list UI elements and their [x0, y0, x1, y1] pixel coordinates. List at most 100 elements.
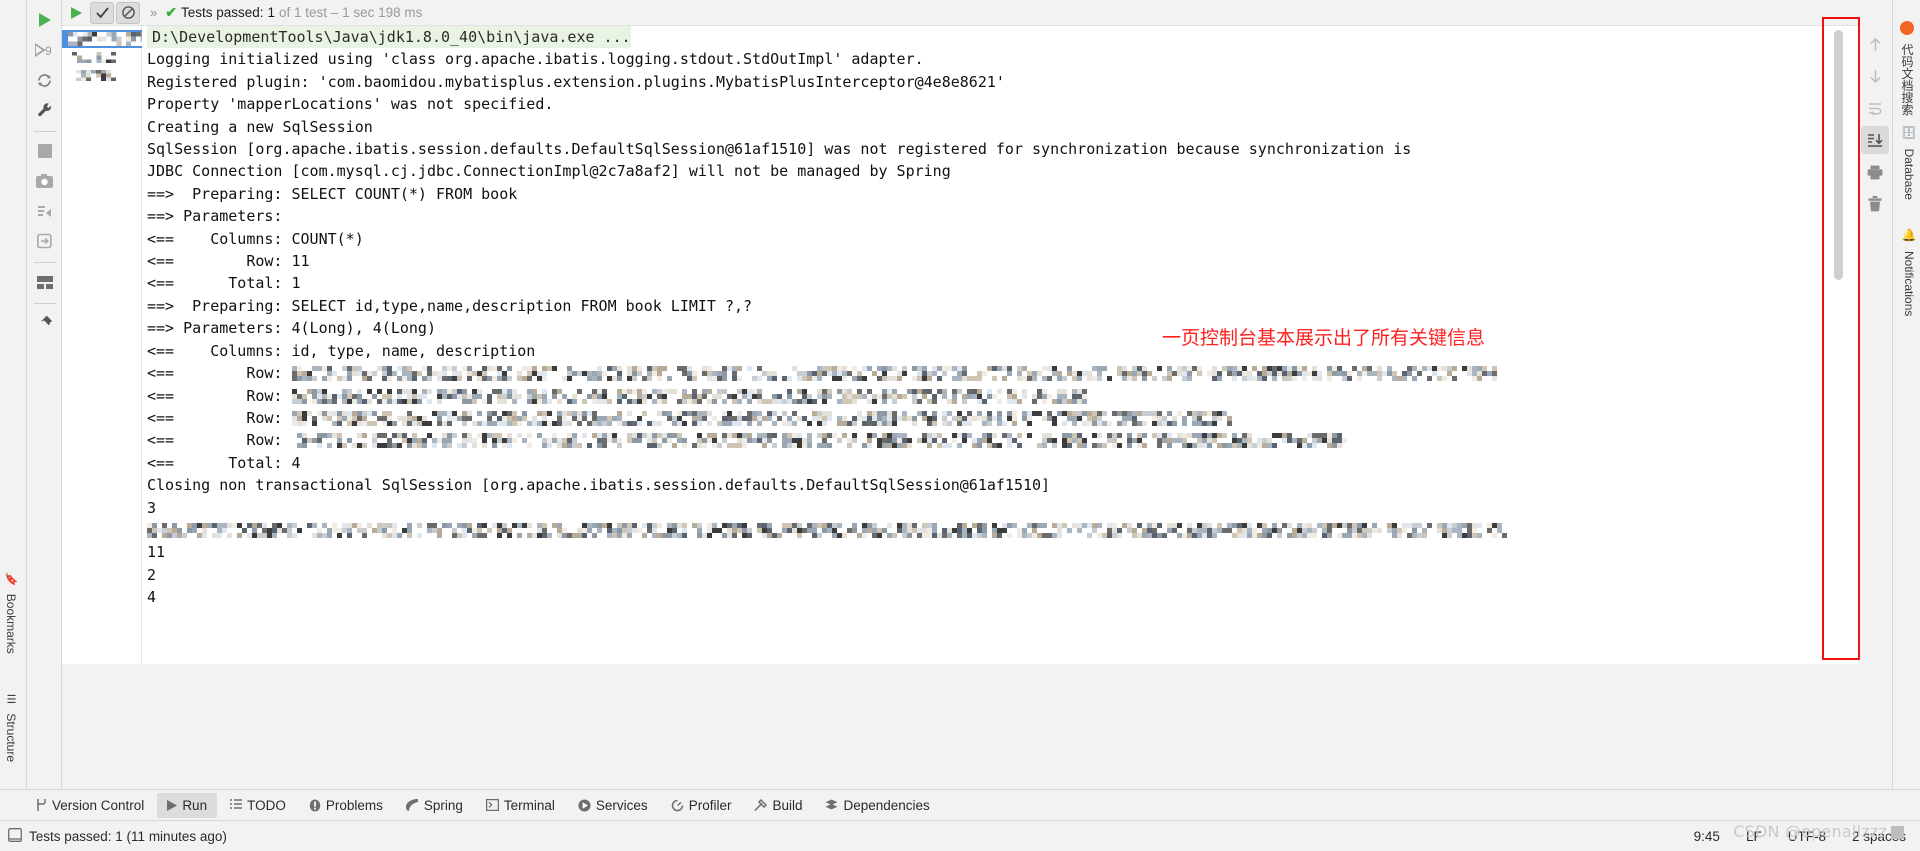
clear-all-button[interactable]	[1861, 190, 1889, 218]
tool-notifications[interactable]: 🔔 Notifications	[1899, 225, 1919, 319]
status-indent[interactable]: 2 spaces	[1852, 829, 1906, 844]
status-count: 1	[267, 5, 276, 20]
tool-spring[interactable]: Spring	[396, 793, 473, 818]
scroll-to-end-button[interactable]	[1861, 126, 1889, 154]
console-line: SqlSession [org.apache.ibatis.session.de…	[147, 140, 1412, 159]
tool-problems[interactable]: Problems	[299, 793, 393, 818]
tool-window-bar: Version Control Run TODO Problems Spring	[0, 789, 1920, 820]
tool-run[interactable]: Run	[157, 792, 218, 818]
tool-todo-label: TODO	[247, 797, 286, 813]
play-icon	[39, 13, 51, 27]
layout-icon	[36, 275, 53, 289]
tool-profiler-label: Profiler	[688, 797, 732, 813]
console-line-prefix: <== Row:	[147, 386, 292, 405]
no-entry-icon	[121, 6, 135, 19]
screenshot-button[interactable]	[31, 167, 59, 195]
console-icon	[8, 827, 22, 845]
console-line-redacted: <== Row:	[142, 385, 1858, 407]
console-line: <== Total: 1	[147, 274, 301, 293]
redacted-row-data	[291, 433, 1347, 449]
tool-dependencies[interactable]: Dependencies	[815, 793, 939, 818]
branch-icon	[36, 798, 47, 812]
import-icon	[36, 233, 52, 249]
rerun-button[interactable]	[31, 6, 59, 34]
settings-button[interactable]	[31, 96, 59, 124]
console-line: <== Total: 4	[147, 453, 301, 472]
tool-terminal-label: Terminal	[503, 797, 555, 813]
tool-code-doc-search[interactable]: 代码文档搜索	[1896, 18, 1919, 118]
stop-square-icon	[37, 144, 52, 158]
console-line: 4	[147, 588, 157, 607]
scroll-up-button[interactable]	[1861, 30, 1889, 58]
console-line: ==> Parameters: 4(Long), 4(Long)	[147, 319, 436, 338]
rerun-failed-tests-button[interactable]: 9	[31, 36, 59, 64]
tool-profiler[interactable]: Profiler	[661, 793, 742, 818]
status-line-separator[interactable]: LF	[1746, 829, 1762, 844]
show-ignored-toggle[interactable]	[116, 1, 140, 24]
layout-button[interactable]	[31, 268, 59, 296]
console-line: ==> Preparing: SELECT id,type,name,descr…	[147, 296, 753, 315]
status-encoding[interactable]: UTF-8	[1788, 829, 1826, 844]
scroll-down-button[interactable]	[1861, 62, 1889, 90]
svg-text:9: 9	[45, 44, 52, 58]
rerun-small-button[interactable]	[64, 2, 88, 24]
console-line: Closing non transactional SqlSession [or…	[147, 476, 1051, 495]
sidebar-item-structure[interactable]: ☰ Structure	[2, 690, 20, 765]
bell-icon: 🔔	[1902, 228, 1916, 243]
console-scrollbar[interactable]	[1833, 26, 1844, 664]
tool-services[interactable]: Services	[568, 793, 658, 818]
test-tree-panel[interactable]	[62, 26, 160, 664]
tool-run-label: Run	[182, 797, 208, 813]
tool-dependencies-label: Dependencies	[843, 797, 930, 813]
console-line-prefix: <== Row:	[147, 408, 292, 427]
double-chevron-right-icon[interactable]: »	[150, 5, 157, 20]
status-bar-indicators: 9:45 LF UTF-8 2 spaces	[1694, 829, 1920, 844]
console-line: 3	[147, 498, 157, 517]
console-output[interactable]: D:\DevelopmentTools\Java\jdk1.8.0_40\bin…	[142, 26, 1858, 664]
toolbar-separator-3	[33, 303, 56, 304]
stop-button[interactable]	[31, 137, 59, 165]
wrench-icon	[37, 103, 51, 117]
print-button[interactable]	[1861, 158, 1889, 186]
soft-wrap-icon	[1869, 102, 1882, 116]
structure-icon: ☰	[5, 693, 17, 706]
redacted-row-data	[291, 410, 1232, 426]
console-lines: Logging initialized using 'class org.apa…	[142, 48, 1858, 608]
idea-run-window: 🔖 Bookmarks ☰ Structure 9 » ✔ Tests pass…	[0, 0, 1920, 851]
services-icon	[578, 799, 591, 812]
show-passed-toggle[interactable]	[90, 1, 114, 24]
console-scrollbar-thumb[interactable]	[1834, 30, 1843, 280]
rerun-failed-icon: 9	[35, 43, 52, 58]
console-line: ==> Preparing: SELECT COUNT(*) FROM book	[147, 184, 518, 203]
tool-database-label: Database	[1902, 148, 1916, 200]
status-bar-message: Tests passed: 1 (11 minutes ago)	[29, 828, 227, 844]
pin-tab-button[interactable]	[31, 309, 59, 337]
console-line-redacted-long	[142, 519, 1858, 541]
console-line-redacted: <== Row:	[142, 362, 1858, 384]
tool-todo[interactable]: TODO	[220, 793, 296, 818]
redacted-row-data	[291, 388, 1087, 404]
tool-database[interactable]: 🗄 Database	[1899, 122, 1919, 203]
sidebar-item-bookmarks[interactable]: 🔖 Bookmarks	[2, 570, 20, 657]
status-bar-message-area[interactable]: Tests passed: 1 (11 minutes ago)	[0, 827, 227, 845]
problems-icon	[309, 799, 321, 812]
export-test-results-button[interactable]	[31, 197, 59, 225]
redacted-row-data	[147, 522, 1507, 538]
bookmark-icon: 🔖	[5, 573, 17, 587]
pin-icon	[37, 315, 52, 330]
status-time[interactable]: 9:45	[1694, 829, 1720, 844]
toggle-auto-test-button[interactable]	[31, 66, 59, 94]
tool-version-control[interactable]: Version Control	[26, 793, 154, 818]
test-tree-node	[76, 70, 116, 81]
tool-terminal[interactable]: Terminal	[476, 793, 565, 818]
tool-build[interactable]: Build	[744, 793, 812, 818]
tool-spring-label: Spring	[423, 797, 463, 813]
code-doc-search-icon	[1900, 21, 1914, 35]
dependencies-icon	[825, 799, 838, 812]
database-icon: 🗄	[1902, 125, 1916, 141]
import-test-results-button[interactable]	[31, 227, 59, 255]
auto-test-icon	[38, 73, 51, 87]
todo-list-icon	[230, 799, 243, 811]
soft-wrap-button[interactable]	[1861, 94, 1889, 122]
run-icon	[70, 6, 82, 19]
